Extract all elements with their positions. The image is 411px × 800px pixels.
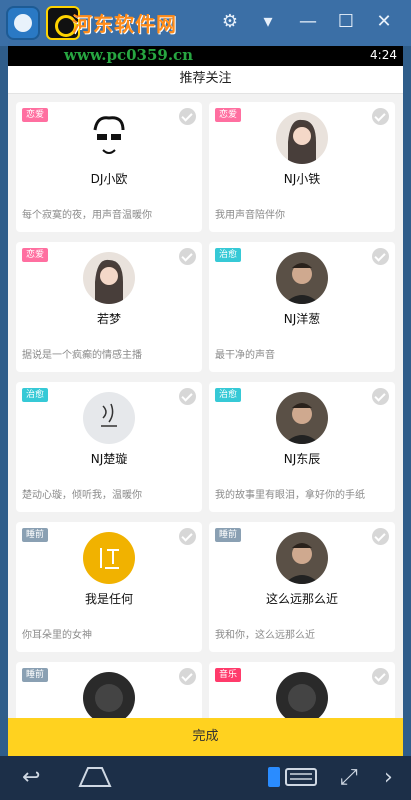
check-icon[interactable] <box>179 108 196 125</box>
anchor-name: NJ小铁 <box>283 172 321 186</box>
check-icon[interactable] <box>179 528 196 545</box>
check-icon[interactable] <box>372 528 389 545</box>
calligraphy-avatar <box>83 392 135 444</box>
recommend-card[interactable]: 治愈 NJ楚璇楚动心璇，倾听我，温暖你 <box>16 382 202 512</box>
recommend-card[interactable]: 恋爱 NJ小铁我用声音陪伴你 <box>209 102 395 232</box>
anchor-name: 若梦 <box>96 312 121 326</box>
recommend-card[interactable]: 睡前我是任何你耳朵里的女神 <box>16 522 202 652</box>
done-button[interactable]: 完成 <box>8 718 403 756</box>
check-icon[interactable] <box>179 248 196 265</box>
man-avatar <box>276 252 328 304</box>
category-tag: 睡前 <box>22 668 49 682</box>
watermark-url: www.pc0359.cn <box>64 46 194 64</box>
category-tag: 恋爱 <box>215 108 242 122</box>
status-time: 4:24 <box>370 48 397 62</box>
yellow-logo-avatar <box>83 532 135 584</box>
anchor-name: 我是任何 <box>84 592 133 606</box>
check-icon[interactable] <box>179 668 196 685</box>
anchor-description: 我和你，这么远那么近 <box>215 630 315 641</box>
man-avatar <box>276 392 328 444</box>
category-tag: 治愈 <box>215 388 242 402</box>
recommend-card[interactable]: 治愈 NJ东辰我的故事里有眼泪，拿好你的手纸 <box>209 382 395 512</box>
check-icon[interactable] <box>372 248 389 265</box>
anchor-description: 我的故事里有眼泪，拿好你的手纸 <box>215 490 365 501</box>
minimize-icon[interactable]: — <box>294 8 322 36</box>
recommend-card[interactable]: 睡前这么远那么近我和你，这么远那么近 <box>209 522 395 652</box>
anchor-description: 每个寂寞的夜，用声音温暖你 <box>22 210 152 221</box>
check-icon[interactable] <box>372 108 389 125</box>
anchor-description: 最干净的声音 <box>215 350 275 361</box>
dark-avatar <box>276 672 328 724</box>
anchor-name: 这么远那么近 <box>265 592 338 606</box>
category-tag: 音乐 <box>215 668 242 682</box>
girl-avatar <box>83 252 135 304</box>
watermark-title: 河东软件网 <box>72 12 177 36</box>
app-screen: 推荐关注 恋爱 DJ小欧 每个寂寞的夜，用声音温暖你 恋爱 NJ小铁 我用声音陪伴你 恋爱若… <box>8 66 403 756</box>
emulator-logo <box>6 6 40 40</box>
page-title: 推荐关注 <box>8 66 403 94</box>
close-icon[interactable]: ✕ <box>370 8 398 36</box>
dark-avatar <box>83 672 135 724</box>
anchor-description: 楚动心璇，倾听我，温暖你 <box>22 490 142 501</box>
chevron-right-icon[interactable]: › <box>384 764 393 792</box>
man-avatar <box>276 532 328 584</box>
navigation-bar: ↩ ⤢ › <box>0 756 411 800</box>
maximize-icon[interactable]: ☐ <box>332 8 360 36</box>
sketch-face-avatar <box>83 112 135 164</box>
keyboard-icon[interactable] <box>266 764 320 798</box>
settings-icon[interactable]: ⚙ <box>216 8 244 36</box>
menu-dropdown-icon[interactable]: ▾ <box>254 8 282 36</box>
anchor-description: 据说是一个疯癫的情感主播 <box>22 350 142 361</box>
fullscreen-icon[interactable]: ⤢ <box>340 764 358 792</box>
recommend-card[interactable]: 恋爱若梦据说是一个疯癫的情感主播 <box>16 242 202 372</box>
anchor-name: DJ小欧 <box>90 172 128 186</box>
back-icon[interactable]: ↩ <box>22 764 40 792</box>
category-tag: 睡前 <box>215 528 242 542</box>
recommend-card[interactable]: 恋爱 DJ小欧每个寂寞的夜，用声音温暖你 <box>16 102 202 232</box>
home-icon[interactable] <box>78 764 112 796</box>
anchor-description: 我用声音陪伴你 <box>215 210 285 221</box>
category-tag: 治愈 <box>22 388 49 402</box>
category-tag: 睡前 <box>22 528 49 542</box>
emulator-titlebar: 河东软件网 ⚙ ▾ — ☐ ✕ <box>0 0 411 46</box>
category-tag: 治愈 <box>215 248 242 262</box>
girl-avatar <box>276 112 328 164</box>
category-tag: 恋爱 <box>22 248 49 262</box>
check-icon[interactable] <box>372 388 389 405</box>
check-icon[interactable] <box>179 388 196 405</box>
recommend-card[interactable]: 治愈 NJ洋葱最干净的声音 <box>209 242 395 372</box>
check-icon[interactable] <box>372 668 389 685</box>
anchor-description: 你耳朵里的女神 <box>22 630 92 641</box>
anchor-name: NJ东辰 <box>283 452 321 466</box>
category-tag: 恋爱 <box>22 108 49 122</box>
anchor-name: NJ楚璇 <box>90 452 128 466</box>
anchor-name: NJ洋葱 <box>283 312 321 326</box>
